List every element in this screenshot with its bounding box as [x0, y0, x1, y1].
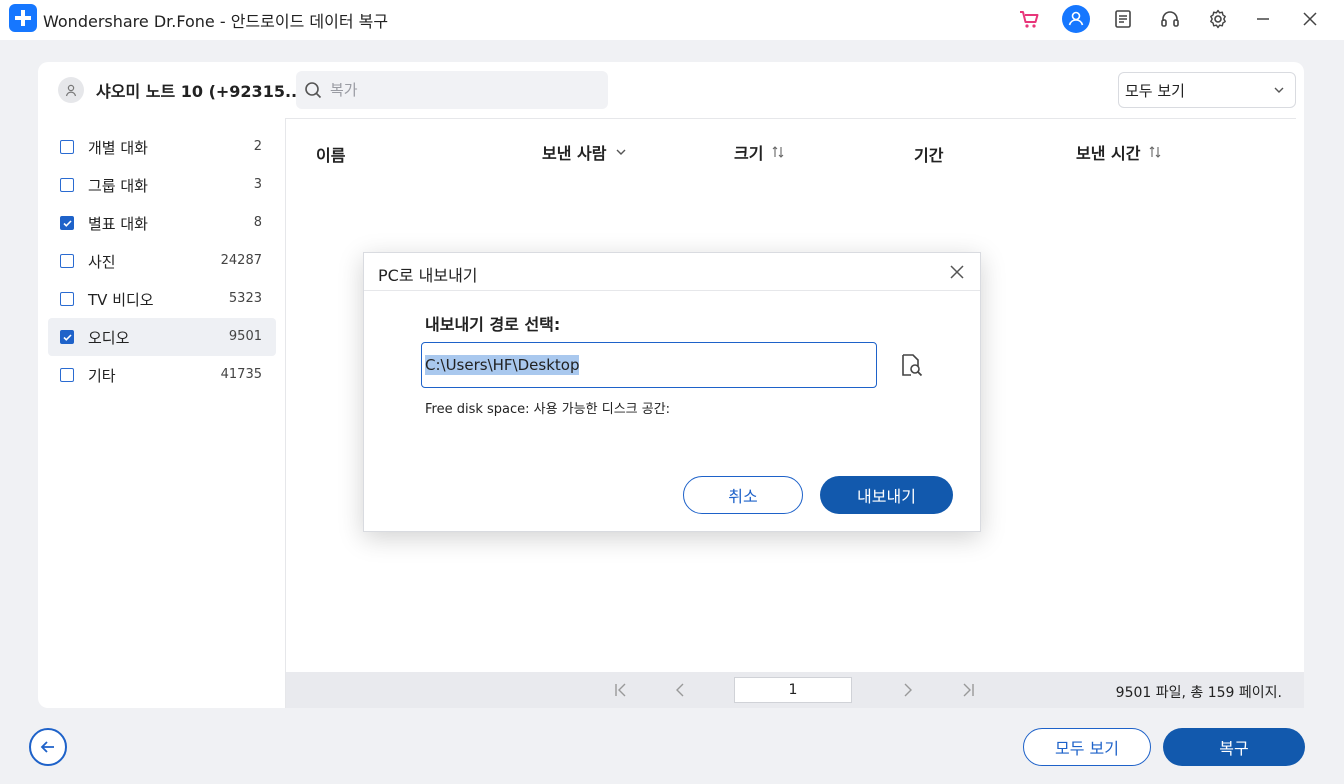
feedback-icon[interactable]	[1109, 5, 1137, 33]
pagination-info: 9501 파일, 총 159 페이지.	[1115, 685, 1282, 701]
prev-page-icon[interactable]	[671, 681, 691, 699]
category-count: 9501	[228, 329, 262, 344]
category-count: 3	[253, 177, 262, 192]
export-path-value: C:\Users\HF\Desktop	[425, 355, 580, 375]
category-item[interactable]: 사진 24287	[48, 242, 276, 280]
app-logo-icon	[9, 4, 37, 32]
header-divider	[286, 118, 1296, 119]
category-checkbox[interactable]	[60, 140, 74, 154]
category-label: 오디오	[88, 329, 130, 347]
category-label: 기타	[88, 367, 116, 385]
column-header-label: 크기	[734, 144, 764, 163]
minimize-icon[interactable]	[1249, 5, 1277, 33]
last-page-icon[interactable]	[958, 681, 978, 699]
next-page-icon[interactable]	[897, 681, 917, 699]
category-item[interactable]: 개별 대화 2	[48, 128, 276, 166]
category-label: 별표 대화	[88, 215, 148, 233]
device-name: 샤오미 노트 10 (+92315...	[96, 82, 304, 101]
page-number-input[interactable]: 1	[734, 677, 852, 703]
check-icon	[62, 333, 72, 341]
export-path-input[interactable]: C:\Users\HF\Desktop	[421, 342, 877, 388]
category-count: 2	[253, 139, 262, 154]
view-all-button[interactable]: 모두 보기	[1023, 728, 1151, 766]
view-filter-value: 모두 보기	[1125, 81, 1185, 100]
column-header-size[interactable]: 크기	[734, 140, 785, 164]
chevron-down-icon	[1274, 87, 1284, 93]
device-avatar-icon	[58, 77, 84, 103]
dialog-close-icon[interactable]	[948, 263, 966, 281]
category-label: 그룹 대화	[88, 177, 148, 195]
dialog-header: PC로 내보내기	[364, 253, 980, 291]
export-path-label: 내보내기 경로 선택:	[425, 315, 561, 334]
cancel-button[interactable]: 취소	[683, 476, 803, 514]
export-dialog: PC로 내보내기 내보내기 경로 선택: C:\Users\HF\Desktop…	[363, 252, 981, 532]
device-info: 샤오미 노트 10 (+92315...	[58, 76, 303, 104]
export-button[interactable]: 내보내기	[820, 476, 953, 514]
category-count: 5323	[228, 291, 262, 306]
category-checkbox[interactable]	[60, 216, 74, 230]
category-count: 24287	[220, 253, 262, 268]
category-checkbox[interactable]	[60, 254, 74, 268]
category-checkbox[interactable]	[60, 368, 74, 382]
support-icon[interactable]	[1156, 5, 1184, 33]
arrow-left-icon	[40, 741, 54, 753]
category-label: 사진	[88, 253, 116, 271]
search-input[interactable]	[330, 81, 590, 99]
category-item[interactable]: 그룹 대화 3	[48, 166, 276, 204]
sidebar-divider	[285, 118, 286, 708]
column-header-label: 보낸 사람	[542, 144, 607, 163]
search-box[interactable]	[296, 71, 608, 109]
browse-folder-icon[interactable]	[898, 352, 924, 378]
category-count: 8	[253, 215, 262, 230]
check-icon	[62, 219, 72, 227]
chevron-down-icon	[616, 149, 626, 155]
column-header-label: 기간	[914, 146, 944, 165]
category-label: 개별 대화	[88, 139, 148, 157]
column-header-name[interactable]: 이름	[316, 142, 345, 166]
back-button[interactable]	[29, 728, 67, 766]
gear-icon[interactable]	[1204, 5, 1232, 33]
category-checkbox[interactable]	[60, 178, 74, 192]
title-bar: Wondershare Dr.Fone - 안드로이드 데이터 복구	[0, 0, 1344, 40]
category-item[interactable]: TV 비디오 5323	[48, 280, 276, 318]
category-label: TV 비디오	[88, 291, 154, 309]
pagination-bar: 1 9501 파일, 총 159 페이지.	[286, 672, 1304, 708]
recover-button[interactable]: 복구	[1163, 728, 1305, 766]
category-item[interactable]: 별표 대화 8	[48, 204, 276, 242]
category-count: 41735	[220, 367, 262, 382]
view-filter-select[interactable]: 모두 보기	[1118, 72, 1296, 108]
column-header-sender[interactable]: 보낸 사람	[542, 140, 628, 164]
category-checkbox[interactable]	[60, 330, 74, 344]
close-icon[interactable]	[1296, 5, 1324, 33]
category-checkbox[interactable]	[60, 292, 74, 306]
sort-icon	[1150, 146, 1161, 158]
first-page-icon[interactable]	[611, 681, 631, 699]
user-icon[interactable]	[1062, 5, 1090, 33]
column-header-duration[interactable]: 기간	[914, 142, 943, 166]
category-item[interactable]: 오디오 9501	[48, 318, 276, 356]
category-list: 개별 대화 2 그룹 대화 3 별표 대화 8 사진 24287 TV 비디오 …	[48, 128, 276, 394]
search-icon	[305, 82, 322, 99]
cart-icon[interactable]	[1015, 5, 1043, 33]
free-disk-space-text: Free disk space: 사용 가능한 디스크 공간:	[425, 402, 671, 417]
column-header-label: 이름	[316, 146, 346, 165]
column-header-label: 보낸 시간	[1076, 144, 1141, 163]
dialog-title: PC로 내보내기	[378, 266, 478, 285]
category-item[interactable]: 기타 41735	[48, 356, 276, 394]
column-header-sent-time[interactable]: 보낸 시간	[1076, 140, 1162, 164]
app-title: Wondershare Dr.Fone - 안드로이드 데이터 복구	[43, 12, 389, 31]
sort-icon	[773, 146, 784, 158]
